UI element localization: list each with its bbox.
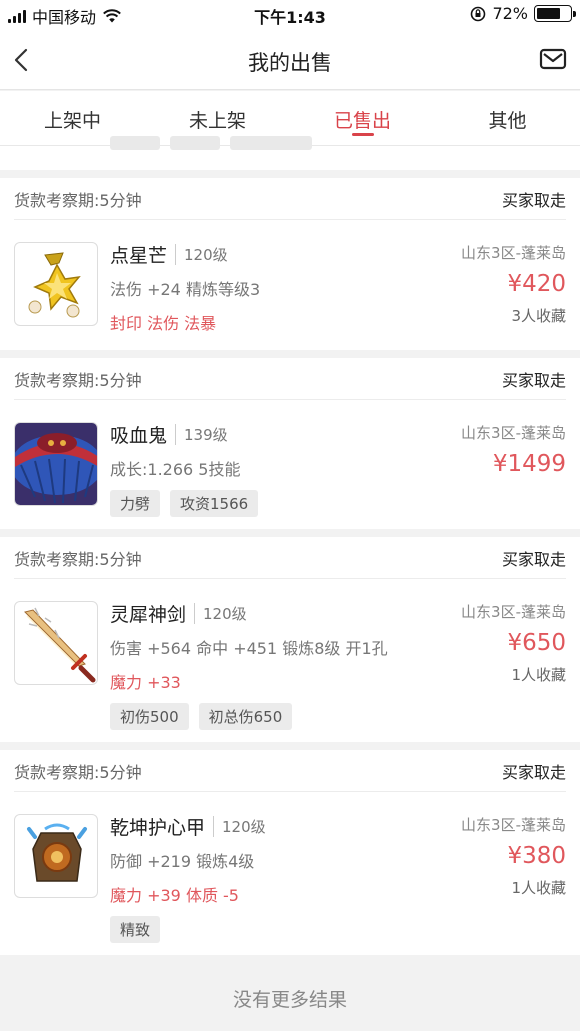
item-tags: 精致 bbox=[110, 916, 436, 943]
item-tags: 初伤500 初总伤650 bbox=[110, 703, 436, 730]
payment-period: 货款考察期:5分钟 bbox=[14, 549, 142, 569]
status-bar: 中国移动 下午1:43 72% bbox=[0, 0, 580, 30]
favorite-count: 1人收藏 bbox=[511, 666, 566, 684]
item-tag: 精致 bbox=[110, 916, 161, 943]
sold-item-card[interactable]: 货款考察期:5分钟 买家取走 灵犀神剑 120级 伤害 +564 命中 +451… bbox=[0, 537, 580, 742]
sold-item-card[interactable]: 货款考察期:5分钟 买家取走 乾坤护心甲 120级 防御 +219 锻炼4级 魔… bbox=[0, 750, 580, 955]
item-tag: 初总伤650 bbox=[198, 703, 293, 730]
item-attributes: 伤害 +564 命中 +451 锻炼8级 开1孔 bbox=[110, 639, 388, 658]
tab-other[interactable]: 其他 bbox=[435, 91, 580, 145]
item-name: 乾坤护心甲 bbox=[110, 816, 206, 839]
sword-icon bbox=[14, 601, 98, 685]
nav-bar: 我的出售 bbox=[0, 30, 580, 90]
vampire-pet-icon bbox=[14, 422, 98, 506]
sold-item-card[interactable]: 货款考察期:5分钟 买家取走 吸血鬼 139级 成长:1.266 5技能 力劈 … bbox=[0, 358, 580, 529]
previous-item-remnant bbox=[0, 136, 580, 170]
card-header: 货款考察期:5分钟 买家取走 bbox=[14, 358, 566, 400]
sold-item-card[interactable]: 货款考察期:5分钟 买家取走 点星芒 120级 法伤 +24 精炼等级3 封印 … bbox=[0, 178, 580, 350]
item-attributes: 防御 +219 锻炼4级 bbox=[110, 852, 255, 871]
item-name: 点星芒 bbox=[110, 244, 168, 267]
envelope-icon[interactable] bbox=[538, 44, 568, 74]
item-tag: 力劈 bbox=[110, 490, 161, 517]
item-special: 封印 法伤 法暴 bbox=[110, 314, 217, 333]
item-level: 139级 bbox=[175, 423, 228, 445]
card-header: 货款考察期:5分钟 买家取走 bbox=[14, 178, 566, 220]
server-label: 山东3区-蓬莱岛 bbox=[461, 424, 566, 442]
item-tag: 初伤500 bbox=[110, 703, 189, 730]
item-status: 买家取走 bbox=[501, 190, 566, 210]
sold-items-list: 货款考察期:5分钟 买家取走 点星芒 120级 法伤 +24 精炼等级3 封印 … bbox=[0, 136, 580, 1031]
server-label: 山东3区-蓬莱岛 bbox=[461, 816, 566, 834]
item-name: 吸血鬼 bbox=[110, 424, 168, 447]
item-name: 灵犀神剑 bbox=[110, 603, 187, 626]
item-level: 120级 bbox=[194, 602, 247, 624]
item-price: ¥420 bbox=[507, 271, 566, 297]
item-status: 买家取走 bbox=[501, 549, 566, 569]
rotation-lock-icon bbox=[471, 6, 486, 21]
item-special: 魔力 +33 bbox=[110, 673, 181, 692]
payment-period: 货款考察期:5分钟 bbox=[14, 762, 142, 782]
favorite-count: 1人收藏 bbox=[511, 879, 566, 897]
golden-star-pendant-icon bbox=[14, 242, 98, 326]
payment-period: 货款考察期:5分钟 bbox=[14, 370, 142, 390]
battery-percent: 72% bbox=[492, 4, 528, 23]
item-price: ¥650 bbox=[507, 630, 566, 656]
item-status: 买家取走 bbox=[501, 370, 566, 390]
item-tags: 力劈 攻资1566 bbox=[110, 490, 436, 517]
item-tag: 攻资1566 bbox=[170, 490, 259, 517]
item-status: 买家取走 bbox=[501, 762, 566, 782]
no-more-results: 没有更多结果 bbox=[0, 955, 580, 1031]
item-special: 魔力 +39 体质 -5 bbox=[110, 886, 239, 905]
server-label: 山东3区-蓬莱岛 bbox=[461, 244, 566, 262]
item-level: 120级 bbox=[175, 243, 228, 265]
battery-icon bbox=[534, 5, 576, 22]
item-level: 120级 bbox=[213, 815, 266, 837]
item-price: ¥380 bbox=[507, 843, 566, 869]
armor-icon bbox=[14, 814, 98, 898]
item-price: ¥1499 bbox=[492, 451, 566, 477]
payment-period: 货款考察期:5分钟 bbox=[14, 190, 142, 210]
card-header: 货款考察期:5分钟 买家取走 bbox=[14, 537, 566, 579]
page-title: 我的出售 bbox=[248, 51, 332, 75]
card-header: 货款考察期:5分钟 买家取走 bbox=[14, 750, 566, 792]
server-label: 山东3区-蓬莱岛 bbox=[461, 603, 566, 621]
favorite-count: 3人收藏 bbox=[511, 307, 566, 325]
item-attributes: 成长:1.266 5技能 bbox=[110, 460, 241, 479]
item-attributes: 法伤 +24 精炼等级3 bbox=[110, 280, 261, 299]
